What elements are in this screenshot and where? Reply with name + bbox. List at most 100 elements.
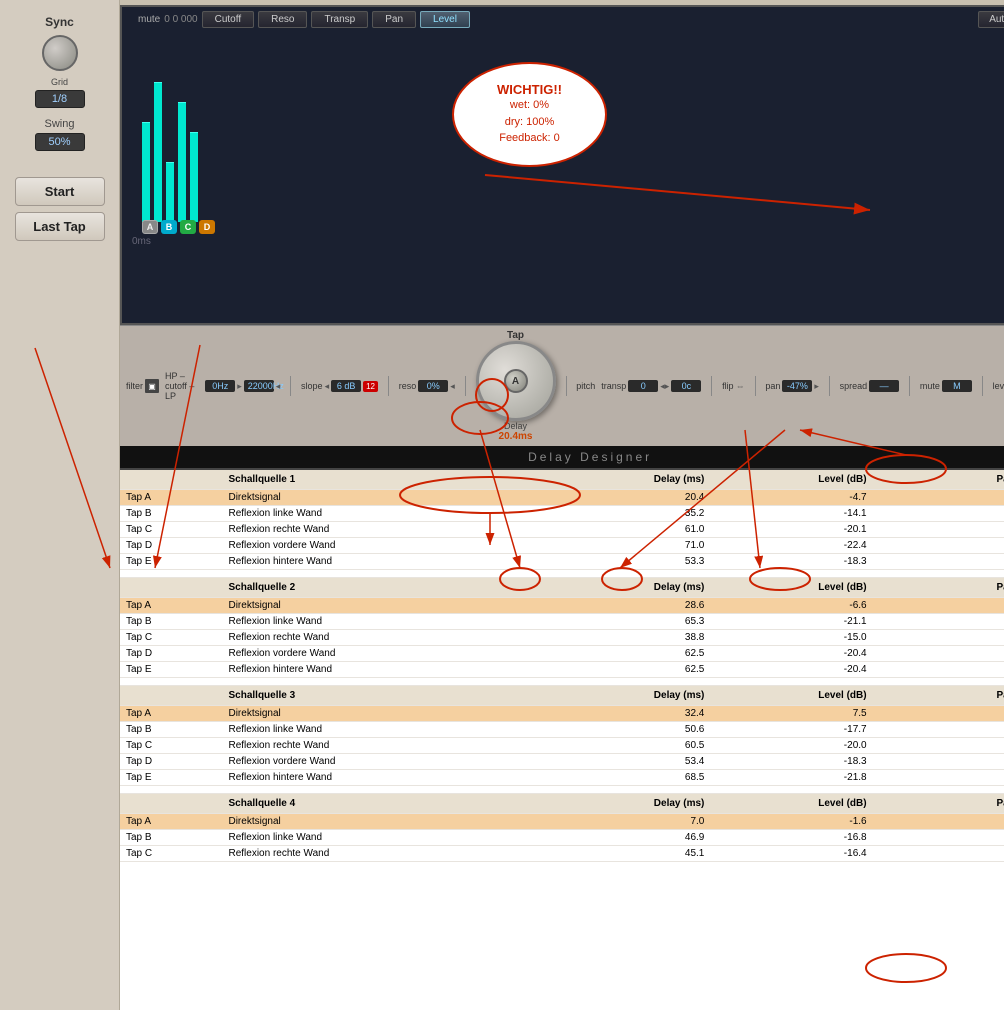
tap-bar-4[interactable] <box>178 102 186 222</box>
tap-section: Tap A Delay 20.4ms <box>476 330 556 442</box>
table-row: Tap ADirektsignal7.0-1.68.3% <box>120 814 1004 830</box>
row-delay: 20.4 <box>542 490 710 506</box>
transp-value[interactable]: 0 <box>628 380 658 392</box>
divider-9 <box>982 376 983 396</box>
divider-2 <box>388 376 389 396</box>
source1-name: Schallquelle 1 <box>222 470 542 490</box>
flip-label: flip <box>722 381 734 391</box>
table-row: Tap A Direktsignal 20.4 -4.7 -46.7% <box>120 490 1004 506</box>
table-row: Tap EReflexion hintere Wand62.5-20.415.6… <box>120 662 1004 678</box>
tap-delay-label: Delay <box>504 421 527 431</box>
mute-value[interactable]: M <box>942 380 972 392</box>
tap-label-a[interactable]: A <box>142 220 158 234</box>
tap-button[interactable]: A <box>476 341 556 421</box>
display-canvas: 0ms 500ms A B C D WICHTIG!! wet: 0% dry:… <box>122 32 1004 252</box>
table-row: Tap BReflexion linke Wand65.3-21.1-75.8% <box>120 614 1004 630</box>
divider-6 <box>755 376 756 396</box>
freq-value[interactable]: 0Hz <box>205 380 235 392</box>
pan-value[interactable]: -47% <box>782 380 812 392</box>
tap-bar-2[interactable] <box>154 82 162 222</box>
wichtig-title: WICHTIG!! <box>497 82 562 97</box>
transp-button[interactable]: Transp <box>311 11 368 28</box>
center-content: mute 0 0 000 Cutoff Reso Transp Pan Leve… <box>120 0 1004 1010</box>
mute-section: mute M <box>920 380 972 392</box>
source3-name: Schallquelle 3 <box>222 686 542 706</box>
level-button[interactable]: Level <box>420 11 470 28</box>
spread-value[interactable]: — <box>869 380 899 392</box>
source1-level-header: Level (dB) <box>710 470 872 490</box>
table-row: Tap CReflexion rechte Wand45.1-16.490.2% <box>120 846 1004 862</box>
divider-8 <box>909 376 910 396</box>
row-tap: Tap A <box>120 490 222 506</box>
table-area[interactable]: Schallquelle 1 Delay (ms) Level (dB) Pan… <box>120 468 1004 1010</box>
wichtig-annotation: WICHTIG!! wet: 0% dry: 100% Feedback: 0 <box>452 62 607 167</box>
source4-header: Schallquelle 4 Delay (ms) Level (dB) Pan… <box>120 794 1004 814</box>
filter-label: filter <box>126 381 143 391</box>
slope-value[interactable]: 6 dB <box>331 380 361 392</box>
divider-5 <box>711 376 712 396</box>
slope-badge: 12 <box>363 381 378 392</box>
divider-4 <box>566 376 567 396</box>
spread-section: spread — <box>840 380 900 392</box>
tap-bar-3[interactable] <box>166 162 174 222</box>
swing-label: Swing <box>45 118 75 130</box>
sync-knob[interactable] <box>42 35 78 71</box>
source1-panning-header: Panning (%) <box>873 470 1004 490</box>
tap-bar-5[interactable] <box>190 132 198 222</box>
swing-value[interactable]: 50% <box>35 133 85 151</box>
divider-7 <box>829 376 830 396</box>
source2-header: Schallquelle 2 Delay (ms) Level (dB) Pan… <box>120 578 1004 598</box>
grid-label: Grid <box>51 77 68 87</box>
table-row: Tap EReflexion hintere Wand68.5-21.8-5.6… <box>120 770 1004 786</box>
tap-delay-value: 20.4ms <box>499 431 533 442</box>
gap-row <box>120 570 1004 578</box>
row-panning: -46.7% <box>873 490 1004 506</box>
reso-value[interactable]: 0% <box>418 380 448 392</box>
transp-label: transp <box>601 381 626 391</box>
grid-value[interactable]: 1/8 <box>35 90 85 108</box>
freq-max-value[interactable]: 22000Hz <box>244 380 274 392</box>
swing-container: Swing 50% <box>35 114 85 151</box>
last-tap-button[interactable]: Last Tap <box>15 212 105 241</box>
table-row: Tap EReflexion hintere Wand53.3-18.3-16.… <box>120 554 1004 570</box>
source4-name: Schallquelle 4 <box>222 794 542 814</box>
start-button[interactable]: Start <box>15 177 105 206</box>
gap-row <box>120 786 1004 794</box>
pitch-section: pitch <box>576 381 595 391</box>
tap-label-c[interactable]: C <box>180 220 196 234</box>
filter-icon[interactable]: ▣ <box>145 379 159 393</box>
reso-button[interactable]: Reso <box>258 11 307 28</box>
tap-label-b[interactable]: B <box>161 220 177 234</box>
display-toolbar: mute 0 0 000 Cutoff Reso Transp Pan Leve… <box>122 7 1004 32</box>
autozoom-button[interactable]: Autozoom <box>978 11 1004 28</box>
reso-label: reso <box>399 381 417 391</box>
slope-section: slope ◂ 6 dB 12 <box>301 380 378 392</box>
mute-indicator: mute <box>138 14 160 25</box>
delay-display: mute 0 0 000 Cutoff Reso Transp Pan Leve… <box>120 5 1004 325</box>
gap-row <box>120 678 1004 686</box>
tap-a-label: A <box>512 376 519 387</box>
source1-header: Schallquelle 1 Delay (ms) Level (dB) Pan… <box>120 470 1004 490</box>
pan-button[interactable]: Pan <box>372 11 416 28</box>
display-timeline: 0ms 500ms <box>132 236 1004 247</box>
divider-3 <box>465 376 466 396</box>
flip-section: flip ⇔ <box>722 381 745 391</box>
source1-delay-header: Delay (ms) <box>542 470 710 490</box>
tap-label-d[interactable]: D <box>199 220 215 234</box>
wichtig-wet: wet: 0% <box>510 97 549 114</box>
app-container: Sync Grid 1/8 Swing 50% Start Last Tap m… <box>0 0 1004 1010</box>
slope-label: slope <box>301 381 323 391</box>
hp-cutoff-label: HP – cutoff – LP <box>165 371 203 401</box>
filter-section: filter ▣ <box>126 379 159 393</box>
row-level: -4.7 <box>710 490 872 506</box>
tap-bar-1[interactable] <box>142 122 150 222</box>
cutoff-button[interactable]: Cutoff <box>202 11 255 28</box>
table-row: Tap DReflexion vordere Wand53.4-18.3-7.2… <box>120 754 1004 770</box>
table-row: Tap CReflexion rechte Wand38.8-15.057.0% <box>120 630 1004 646</box>
reso-section: reso 0% ◂ <box>399 380 455 392</box>
level-ctrl-label: level <box>993 381 1004 391</box>
transp-unit[interactable]: 0c <box>671 380 701 392</box>
left-sidebar: Sync Grid 1/8 Swing 50% Start Last Tap <box>0 0 120 1010</box>
row-source: Direktsignal <box>222 490 542 506</box>
delay-designer-label: Delay Designer <box>528 450 652 464</box>
